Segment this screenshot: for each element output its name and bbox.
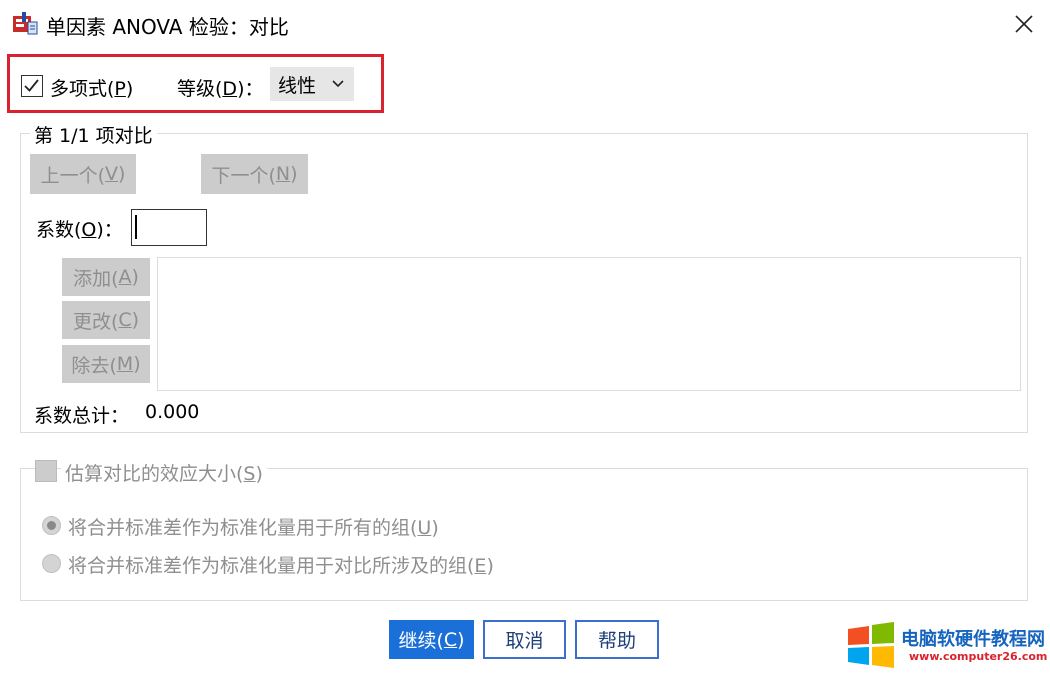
- checkmark-icon: [24, 79, 39, 92]
- coefficient-label: 系数(O)：: [36, 219, 123, 241]
- radio-contrast-groups-label[interactable]: 将合并标准差作为标准化量用于对比所涉及的组(E): [68, 551, 494, 578]
- coefficient-total-label: 系数总计：: [34, 405, 130, 427]
- add-button[interactable]: 添加(A): [62, 258, 150, 296]
- window-title: 单因素 ANOVA 检验：对比: [46, 15, 289, 39]
- polynomial-checkbox[interactable]: [21, 75, 43, 97]
- effect-size-label[interactable]: 估算对比的效应大小(S): [61, 459, 267, 486]
- degree-dropdown[interactable]: 线性: [270, 67, 354, 101]
- close-icon: [1015, 15, 1033, 33]
- next-button[interactable]: 下一个(N): [201, 154, 308, 194]
- continue-button[interactable]: 继续(C): [389, 620, 474, 659]
- polynomial-label[interactable]: 多项式(P): [50, 74, 133, 101]
- cancel-button[interactable]: 取消: [483, 620, 566, 659]
- help-button[interactable]: 帮助: [575, 620, 659, 659]
- close-button[interactable]: [1004, 6, 1044, 42]
- windows-logo-icon: [846, 622, 896, 668]
- radio-selected-dot: [47, 521, 56, 530]
- remove-button[interactable]: 除去(M): [62, 345, 150, 383]
- degree-value: 线性: [278, 74, 317, 97]
- watermark-title: 电脑软硬件教程网: [901, 629, 1045, 650]
- radio-all-groups-label[interactable]: 将合并标准差作为标准化量用于所有的组(U): [68, 513, 439, 540]
- spss-app-icon: [12, 10, 38, 36]
- radio-contrast-groups[interactable]: [42, 554, 61, 573]
- chevron-down-icon: [332, 80, 344, 88]
- coefficient-list[interactable]: [157, 257, 1021, 391]
- previous-button[interactable]: 上一个(V): [30, 154, 136, 194]
- coefficient-input[interactable]: [131, 209, 207, 246]
- effect-size-checkbox[interactable]: [35, 460, 57, 482]
- radio-all-groups[interactable]: [42, 516, 61, 535]
- change-button[interactable]: 更改(C): [62, 301, 150, 339]
- degree-label: 等级(D)：: [177, 78, 264, 100]
- text-cursor: [135, 215, 137, 239]
- watermark-url: www.computer26.com: [909, 650, 1048, 663]
- contrast-group-title: 第 1/1 项对比: [30, 121, 157, 148]
- coefficient-total-value: 0.000: [145, 401, 200, 423]
